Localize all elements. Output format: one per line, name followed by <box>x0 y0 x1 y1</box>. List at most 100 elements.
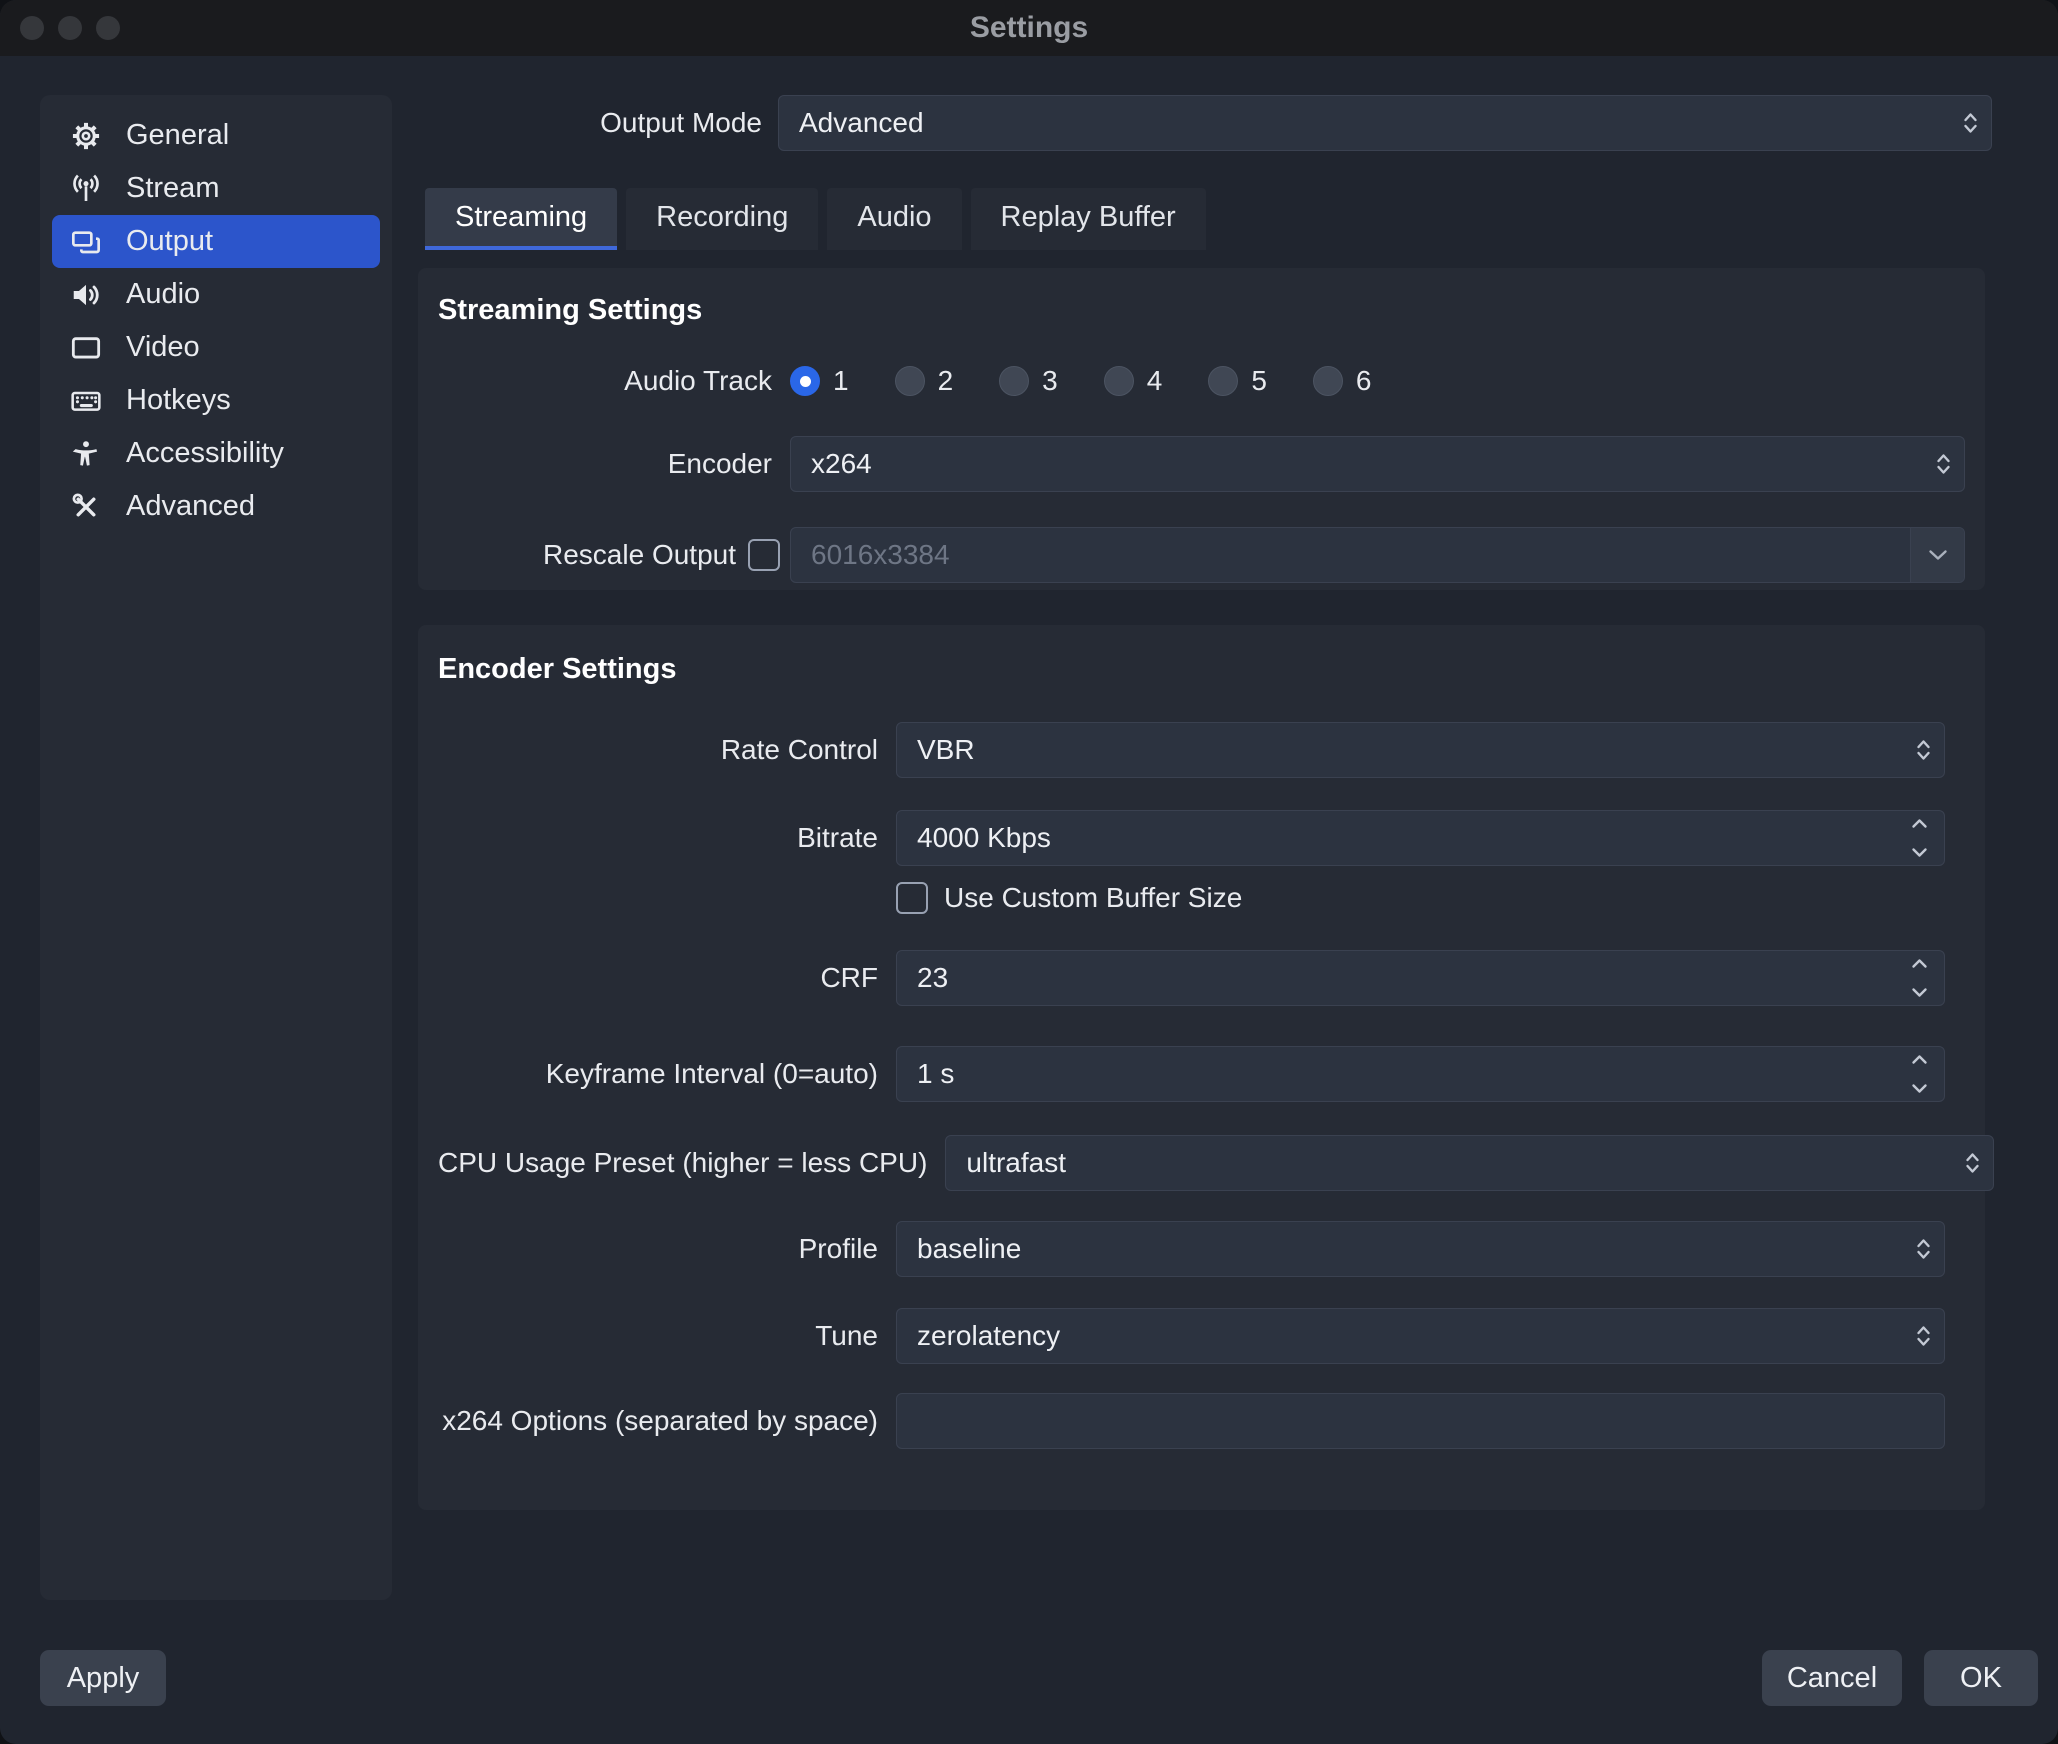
sidebar-item-advanced[interactable]: Advanced <box>52 480 380 533</box>
tune-value: zerolatency <box>917 1320 1060 1352</box>
cancel-button[interactable]: Cancel <box>1762 1650 1902 1706</box>
x264-options-control <box>896 1393 1945 1449</box>
apply-button[interactable]: Apply <box>40 1650 166 1706</box>
sidebar-item-label: Stream <box>126 172 219 205</box>
use-custom-buffer-size-label: Use Custom Buffer Size <box>944 882 1242 914</box>
sidebar-item-output[interactable]: Output <box>52 215 380 268</box>
output-mode-select[interactable]: Advanced <box>778 95 1992 151</box>
sidebar-item-audio[interactable]: Audio <box>52 268 380 321</box>
rate-control-label: Rate Control <box>438 734 878 766</box>
output-mode-label: Output Mode <box>425 107 762 139</box>
keyframe-interval-label: Keyframe Interval (0=auto) <box>438 1058 878 1090</box>
audio-track-row: Audio Track 1 2 3 4 <box>438 353 1965 409</box>
bitrate-spinbox[interactable]: 4000 Kbps <box>896 810 1945 866</box>
sidebar-item-video[interactable]: Video <box>52 321 380 374</box>
bitrate-label: Bitrate <box>438 822 878 854</box>
radio-label: 3 <box>1042 365 1058 397</box>
tab-label: Replay Buffer <box>1001 201 1176 234</box>
spin-up-button[interactable] <box>1911 1054 1928 1065</box>
tune-select[interactable]: zerolatency <box>896 1308 1945 1364</box>
cpu-usage-preset-label: CPU Usage Preset (higher = less CPU) <box>438 1147 927 1179</box>
sidebar-item-label: Audio <box>126 278 200 311</box>
sidebar: General Stream Output Audio Video <box>40 95 392 1600</box>
zoom-window-button[interactable] <box>96 16 120 40</box>
stepper-icon <box>1915 737 1932 764</box>
sidebar-item-accessibility[interactable]: Accessibility <box>52 427 380 480</box>
encoder-settings-title: Encoder Settings <box>438 653 1945 686</box>
rescale-output-checkbox[interactable] <box>748 539 780 571</box>
encoder-value: x264 <box>811 448 872 480</box>
spin-down-button[interactable] <box>1911 847 1928 858</box>
audio-track-option-4[interactable]: 4 <box>1104 365 1163 397</box>
minimize-window-button[interactable] <box>58 16 82 40</box>
output-mode-value: Advanced <box>799 107 924 139</box>
tab-recording[interactable]: Recording <box>626 188 818 250</box>
stepper-icon <box>1915 1236 1932 1263</box>
tab-label: Streaming <box>455 201 587 234</box>
encoder-row: Encoder x264 <box>438 436 1965 492</box>
audio-track-option-2[interactable]: 2 <box>895 365 954 397</box>
rate-control-select[interactable]: VBR <box>896 722 1945 778</box>
sidebar-item-stream[interactable]: Stream <box>52 162 380 215</box>
titlebar: Settings <box>0 0 2058 56</box>
audio-track-option-3[interactable]: 3 <box>999 365 1058 397</box>
spin-down-button[interactable] <box>1911 987 1928 998</box>
profile-select[interactable]: baseline <box>896 1221 1945 1277</box>
spin-up-button[interactable] <box>1911 958 1928 969</box>
profile-label: Profile <box>438 1233 878 1265</box>
output-mode-row: Output Mode Advanced <box>425 94 1992 152</box>
close-window-button[interactable] <box>20 16 44 40</box>
rescale-resolution-value: 6016x3384 <box>791 539 1910 571</box>
sidebar-item-label: General <box>126 119 229 152</box>
stepper-icon <box>1935 451 1952 478</box>
radio-icon <box>999 366 1029 396</box>
stream-icon <box>70 173 102 205</box>
cpu-usage-preset-select[interactable]: ultrafast <box>945 1135 1994 1191</box>
radio-label: 5 <box>1251 365 1267 397</box>
stepper-icon <box>1915 1323 1932 1350</box>
encoder-label: Encoder <box>438 448 772 480</box>
use-custom-buffer-size-checkbox[interactable] <box>896 882 928 914</box>
ok-button[interactable]: OK <box>1924 1650 2038 1706</box>
gear-icon <box>70 120 102 152</box>
tab-audio[interactable]: Audio <box>827 188 961 250</box>
sidebar-item-label: Advanced <box>126 490 255 523</box>
radio-icon <box>895 366 925 396</box>
x264-options-input[interactable] <box>896 1393 1945 1449</box>
keyframe-interval-row: Keyframe Interval (0=auto) 1 s <box>438 1046 1945 1102</box>
tab-label: Recording <box>656 201 788 234</box>
use-custom-buffer-size-row: Use Custom Buffer Size <box>438 882 1945 914</box>
advanced-icon <box>70 491 102 523</box>
tab-replay-buffer[interactable]: Replay Buffer <box>971 188 1206 250</box>
footer-actions: Cancel OK <box>1762 1650 2038 1706</box>
spin-down-button[interactable] <box>1911 1083 1928 1094</box>
tab-streaming[interactable]: Streaming <box>425 188 617 250</box>
sidebar-item-general[interactable]: General <box>52 109 380 162</box>
keyframe-interval-spinbox[interactable]: 1 s <box>896 1046 1945 1102</box>
accessibility-icon <box>70 438 102 470</box>
video-icon <box>70 332 102 364</box>
crf-spinbox[interactable]: 23 <box>896 950 1945 1006</box>
sidebar-item-label: Video <box>126 331 200 364</box>
sidebar-item-label: Output <box>126 225 213 258</box>
output-tabs: Streaming Recording Audio Replay Buffer <box>425 188 1206 250</box>
sidebar-item-hotkeys[interactable]: Hotkeys <box>52 374 380 427</box>
profile-value: baseline <box>917 1233 1021 1265</box>
tune-row: Tune zerolatency <box>438 1308 1945 1364</box>
bitrate-row: Bitrate 4000 Kbps <box>438 810 1945 866</box>
rate-control-row: Rate Control VBR <box>438 722 1945 778</box>
cpu-usage-preset-row: CPU Usage Preset (higher = less CPU) ult… <box>438 1135 1945 1191</box>
sidebar-item-label: Accessibility <box>126 437 284 470</box>
encoder-select[interactable]: x264 <box>790 436 1965 492</box>
stepper-icon <box>1962 110 1979 137</box>
radio-icon <box>1208 366 1238 396</box>
tune-label: Tune <box>438 1320 878 1352</box>
use-custom-buffer-size-control: Use Custom Buffer Size <box>896 882 1945 914</box>
audio-track-option-6[interactable]: 6 <box>1313 365 1372 397</box>
spin-up-button[interactable] <box>1911 818 1928 829</box>
radio-label: 2 <box>938 365 954 397</box>
settings-window: Settings General Stream Output Audio <box>0 0 2058 1744</box>
crf-row: CRF 23 <box>438 950 1945 1006</box>
audio-track-option-5[interactable]: 5 <box>1208 365 1267 397</box>
audio-track-option-1[interactable]: 1 <box>790 365 849 397</box>
